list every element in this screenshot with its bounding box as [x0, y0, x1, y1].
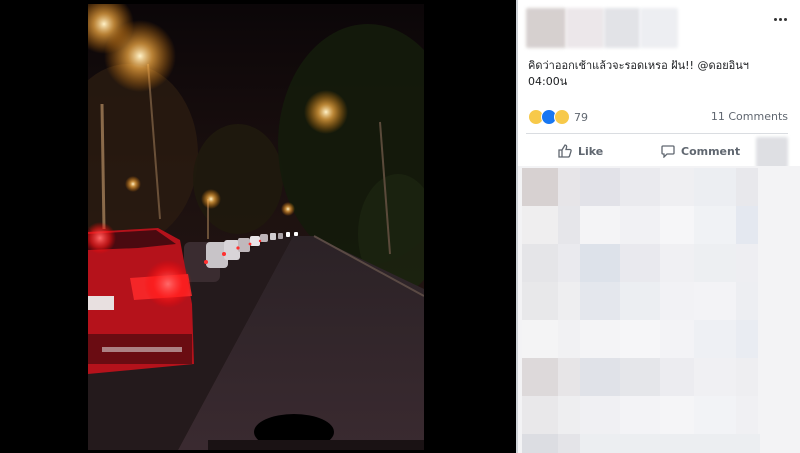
reactions-summary[interactable]: 79: [528, 108, 588, 126]
like-label: Like: [578, 144, 604, 158]
blurred-comments-mosaic: [518, 166, 800, 453]
avatar[interactable]: [526, 8, 566, 48]
blurred-corner: [756, 137, 788, 169]
post-header: [518, 0, 800, 52]
timestamp-blurred: [640, 8, 678, 48]
more-options-icon[interactable]: [774, 14, 788, 24]
post-side-panel: คิดว่าออกเช้าแล้วจะรอดเหรอ ฝัน!! @ดอยอิน…: [518, 0, 800, 453]
comment-label: Comment: [681, 144, 741, 158]
night-traffic-photo: [88, 4, 424, 450]
author-meta-blurred: [604, 8, 640, 48]
like-button[interactable]: Like: [558, 142, 603, 160]
photo-viewer: [0, 0, 516, 453]
comments-blurred: [518, 166, 800, 453]
comment-icon: [661, 145, 675, 158]
thumbs-up-icon: [558, 144, 572, 158]
author-name-blurred[interactable]: [566, 8, 604, 48]
reaction-count: 79: [574, 110, 588, 124]
comments-count-link[interactable]: 11 Comments: [711, 110, 788, 123]
wow-reaction-icon: [554, 109, 570, 125]
divider: [526, 133, 788, 134]
post-photo[interactable]: [88, 4, 424, 450]
comment-button[interactable]: Comment: [661, 142, 740, 160]
post-text: คิดว่าออกเช้าแล้วจะรอดเหรอ ฝัน!! @ดอยอิน…: [528, 59, 749, 88]
